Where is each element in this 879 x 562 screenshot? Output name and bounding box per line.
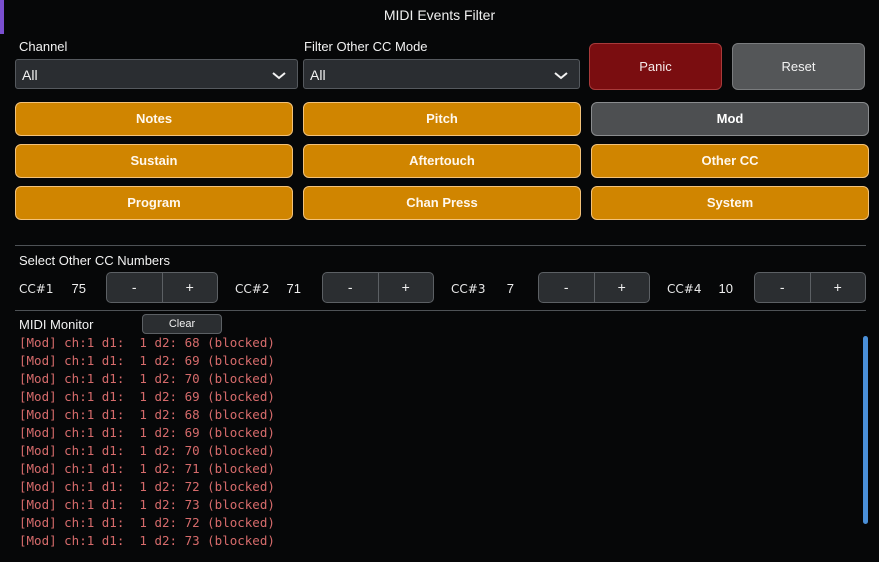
log-line: [Mod] ch:1 d1: 1 d2: 68 (blocked) [19,407,275,422]
toggle-pitch[interactable]: Pitch [303,102,581,136]
cc-mode-label: Filter Other CC Mode [304,39,428,54]
toggle-notes[interactable]: Notes [15,102,293,136]
cc4-value: 10 [718,281,733,296]
toggle-other-cc[interactable]: Other CC [591,144,869,178]
divider [15,310,866,311]
cc2-increment-button[interactable]: + [377,273,434,302]
cc1-label: CC#1 [19,282,54,296]
cc1-increment-button[interactable]: + [161,273,218,302]
log-line: [Mod] ch:1 d1: 1 d2: 72 (blocked) [19,479,275,494]
cc2-label: CC#2 [235,282,270,296]
clear-button[interactable]: Clear [142,314,222,334]
toggle-program[interactable]: Program [15,186,293,220]
cc3-increment-button[interactable]: + [593,273,650,302]
chevron-down-icon [554,72,568,80]
toggle-sustain[interactable]: Sustain [15,144,293,178]
reset-button[interactable]: Reset [732,43,865,90]
divider [15,245,866,246]
chevron-down-icon [272,72,286,80]
log-line: [Mod] ch:1 d1: 1 d2: 68 (blocked) [19,335,275,350]
log-line: [Mod] ch:1 d1: 1 d2: 70 (blocked) [19,443,275,458]
monitor-title: MIDI Monitor [19,317,94,332]
cc1-decrement-button[interactable]: - [107,273,162,302]
log-line: [Mod] ch:1 d1: 1 d2: 70 (blocked) [19,371,275,386]
cc4-stepper: - + [754,272,866,303]
cc4-label: CC#4 [667,282,702,296]
channel-select-value: All [22,67,38,83]
log-line: [Mod] ch:1 d1: 1 d2: 73 (blocked) [19,497,275,512]
cc3-label: CC#3 [451,282,486,296]
cc4-increment-button[interactable]: + [809,273,866,302]
cc2-decrement-button[interactable]: - [323,273,378,302]
log-line: [Mod] ch:1 d1: 1 d2: 69 (blocked) [19,425,275,440]
toggle-system[interactable]: System [591,186,869,220]
log-line: [Mod] ch:1 d1: 1 d2: 73 (blocked) [19,533,275,548]
monitor-scrollbar[interactable] [863,336,868,524]
cc2-value: 71 [286,281,301,296]
cc2-stepper: - + [322,272,434,303]
log-line: [Mod] ch:1 d1: 1 d2: 71 (blocked) [19,461,275,476]
log-line: [Mod] ch:1 d1: 1 d2: 69 (blocked) [19,353,275,368]
channel-select[interactable]: All [15,59,298,89]
cc1-stepper: - + [106,272,218,303]
cc1-value: 75 [71,281,86,296]
toggle-mod[interactable]: Mod [591,102,869,136]
cc3-value: 7 [506,281,514,296]
channel-label: Channel [19,39,68,54]
cc-mode-select[interactable]: All [303,59,580,89]
toggle-chan-press[interactable]: Chan Press [303,186,581,220]
cc-section-title: Select Other CC Numbers [19,253,170,268]
cc-mode-select-value: All [310,67,326,83]
cc3-stepper: - + [538,272,650,303]
toggle-aftertouch[interactable]: Aftertouch [303,144,581,178]
log-line: [Mod] ch:1 d1: 1 d2: 69 (blocked) [19,389,275,404]
cc4-decrement-button[interactable]: - [755,273,810,302]
log-line: [Mod] ch:1 d1: 1 d2: 72 (blocked) [19,515,275,530]
midi-monitor-log[interactable]: [Mod] ch:1 d1: 1 d2: 68 (blocked) [Mod] … [19,334,854,556]
window-title: MIDI Events Filter [383,7,496,23]
panic-button[interactable]: Panic [589,43,722,90]
cc3-decrement-button[interactable]: - [539,273,594,302]
